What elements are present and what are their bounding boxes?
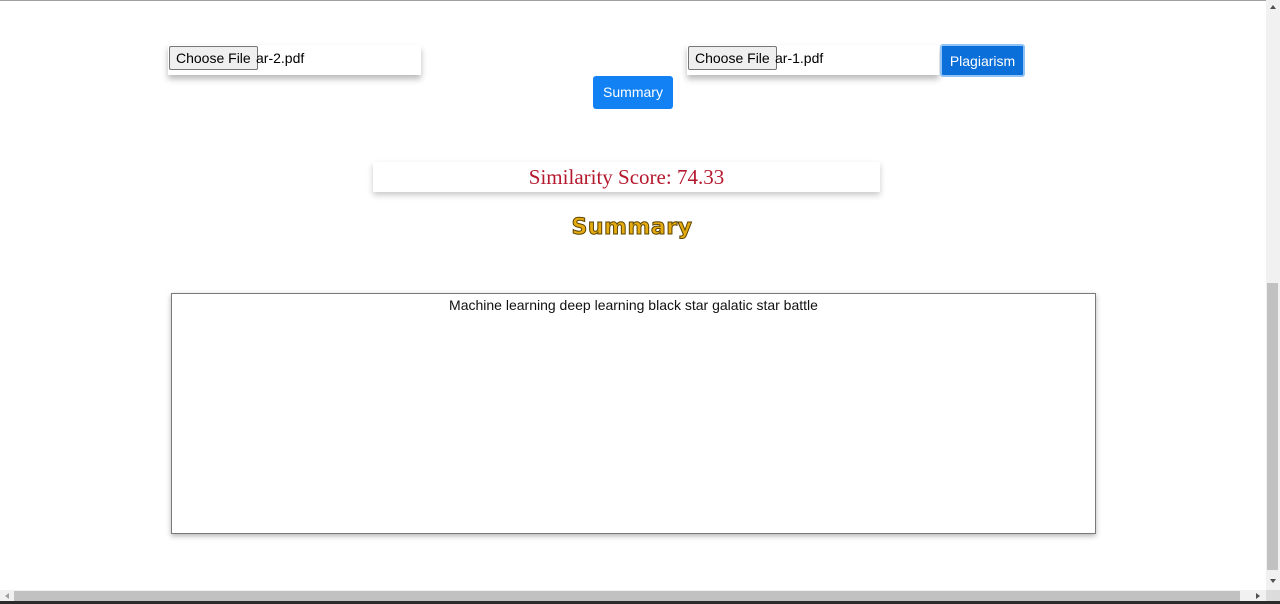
summary-button[interactable]: Summary bbox=[593, 76, 673, 109]
summary-heading: Summary bbox=[571, 215, 693, 241]
top-border bbox=[0, 0, 1280, 1]
vertical-scrollbar[interactable] bbox=[1266, 0, 1280, 590]
similarity-score: Similarity Score: 74.33 bbox=[373, 162, 880, 192]
scroll-right-icon[interactable] bbox=[1256, 593, 1260, 599]
choose-file-button-right[interactable]: Choose File bbox=[688, 46, 777, 70]
file-name-right: ar-1.pdf bbox=[775, 50, 824, 66]
scroll-left-icon[interactable] bbox=[5, 593, 9, 599]
summary-text: Machine learning deep learning black sta… bbox=[449, 297, 818, 313]
vertical-scroll-thumb[interactable] bbox=[1267, 283, 1278, 570]
choose-file-button-left[interactable]: Choose File bbox=[169, 46, 258, 70]
plagiarism-button[interactable]: Plagiarism bbox=[940, 44, 1025, 77]
horizontal-scroll-thumb[interactable] bbox=[14, 591, 1240, 601]
scroll-down-icon[interactable] bbox=[1270, 579, 1276, 583]
scroll-up-icon[interactable] bbox=[1270, 5, 1276, 9]
file-input-right[interactable]: Choose File ar-1.pdf bbox=[687, 45, 939, 75]
file-input-left[interactable]: Choose File ar-2.pdf bbox=[168, 45, 421, 75]
file-name-left: ar-2.pdf bbox=[256, 50, 305, 66]
summary-textbox[interactable]: Machine learning deep learning black sta… bbox=[171, 293, 1096, 534]
